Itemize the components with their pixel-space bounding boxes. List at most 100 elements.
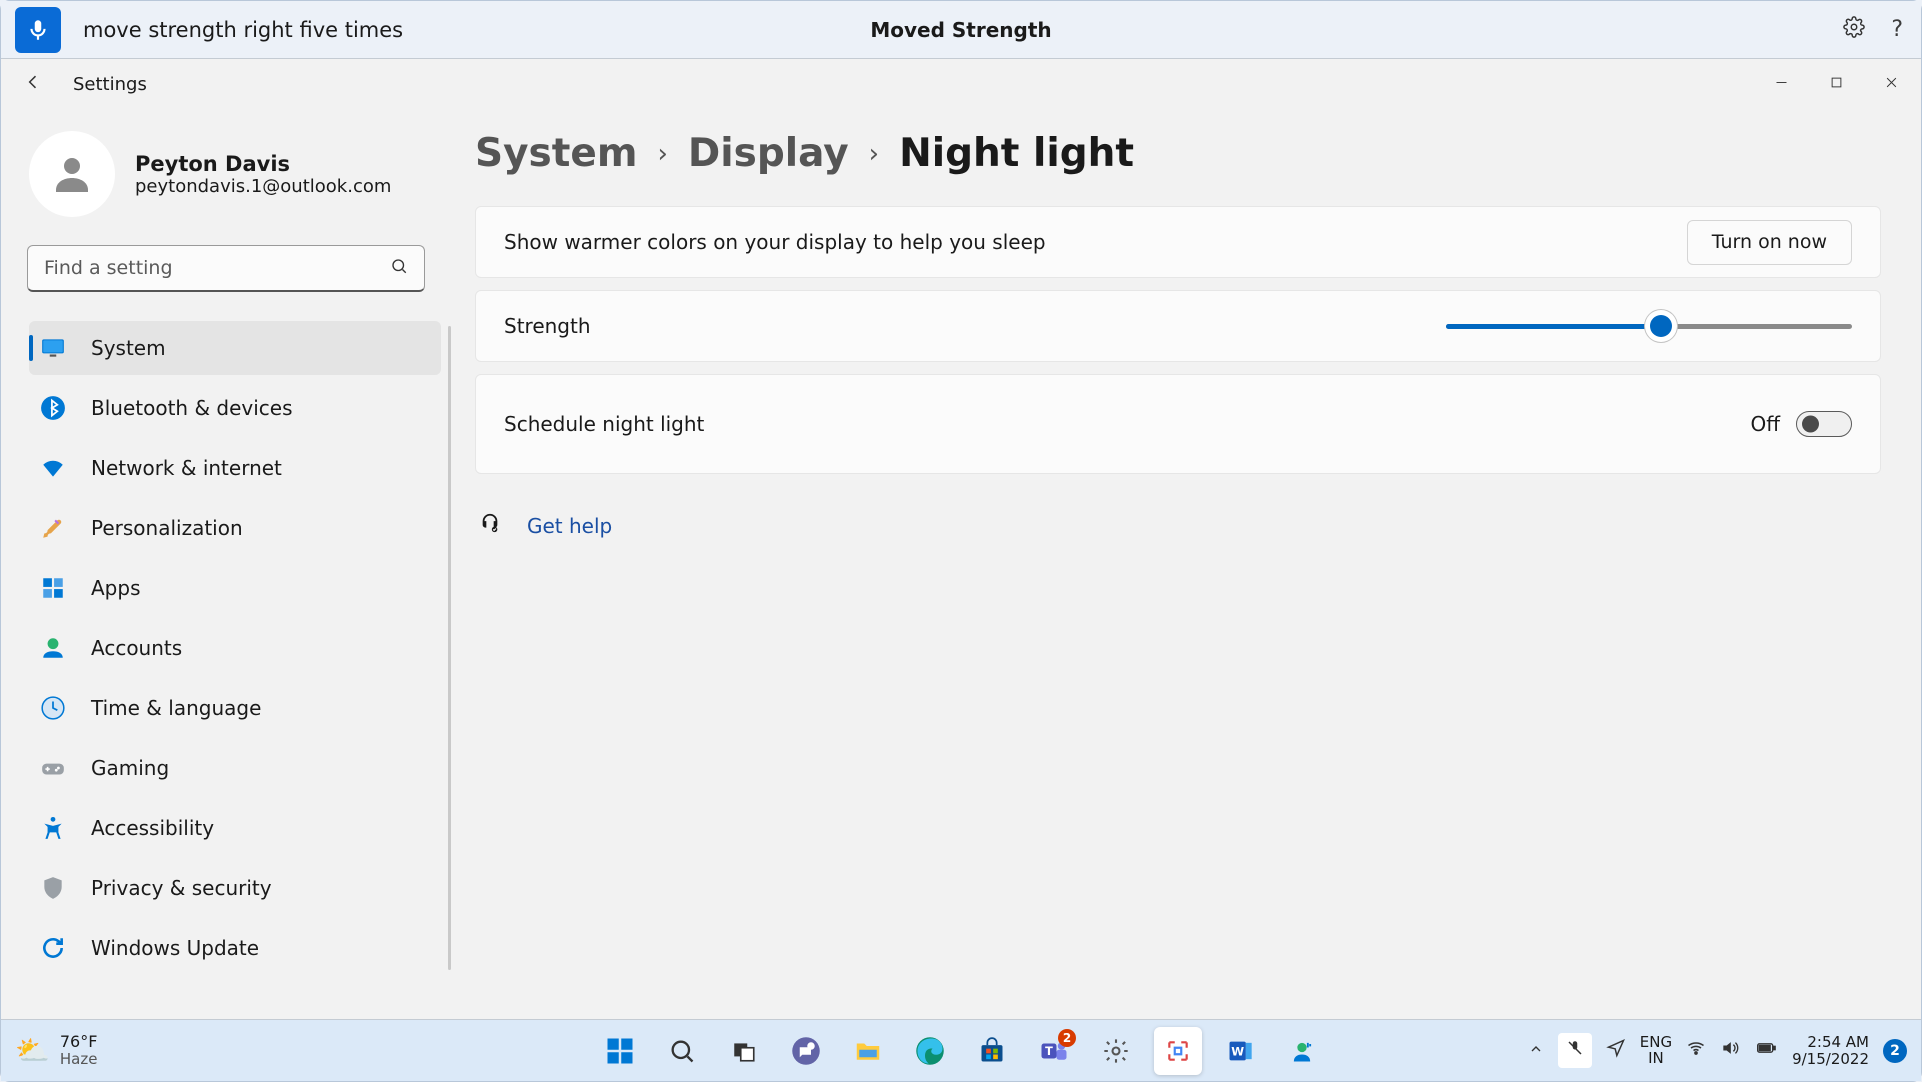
scrollbar[interactable] — [448, 326, 451, 970]
strength-slider[interactable] — [1446, 324, 1852, 329]
slider-thumb[interactable] — [1650, 315, 1672, 337]
tray-overflow-button[interactable] — [1528, 1040, 1544, 1062]
search-icon[interactable] — [390, 257, 408, 280]
chevron-right-icon: › — [869, 139, 879, 169]
gear-icon[interactable] — [1843, 16, 1865, 44]
sidebar-item-time-language[interactable]: Time & language — [29, 681, 441, 735]
sidebar-item-bluetooth[interactable]: Bluetooth & devices — [29, 381, 441, 435]
teams-badge: 2 — [1058, 1029, 1076, 1047]
task-view-button[interactable] — [720, 1027, 768, 1075]
mic-muted-icon[interactable] — [1558, 1033, 1592, 1068]
sidebar-item-label: Accounts — [91, 636, 182, 660]
wifi-icon — [39, 454, 67, 482]
sidebar-item-gaming[interactable]: Gaming — [29, 741, 441, 795]
sidebar-item-personalization[interactable]: Personalization — [29, 501, 441, 555]
wifi-tray-icon[interactable] — [1686, 1038, 1706, 1063]
clock-date: 9/15/2022 — [1792, 1051, 1869, 1068]
night-light-description: Show warmer colors on your display to he… — [504, 230, 1687, 254]
breadcrumb-system[interactable]: System — [475, 131, 637, 176]
help-headset-icon — [479, 512, 501, 540]
sidebar-item-system[interactable]: System — [29, 321, 441, 375]
notifications-badge[interactable]: 2 — [1883, 1039, 1907, 1063]
bluetooth-icon — [39, 394, 67, 422]
apps-icon — [39, 574, 67, 602]
taskbar-search-button[interactable] — [658, 1027, 706, 1075]
breadcrumb: System › Display › Night light — [475, 131, 1881, 176]
sidebar-item-label: Bluetooth & devices — [91, 396, 293, 420]
close-button[interactable] — [1884, 75, 1899, 94]
sidebar-item-windows-update[interactable]: Windows Update — [29, 921, 441, 975]
content-area: System › Display › Night light Show warm… — [451, 109, 1921, 1019]
schedule-night-light-card[interactable]: Schedule night light Off — [475, 374, 1881, 474]
clock[interactable]: 2:54 AM 9/15/2022 — [1792, 1034, 1869, 1067]
search-input-container[interactable] — [27, 245, 425, 292]
refresh-icon — [39, 934, 67, 962]
sidebar-item-privacy-security[interactable]: Privacy & security — [29, 861, 441, 915]
weather-condition: Haze — [60, 1051, 98, 1068]
sidebar-item-accounts[interactable]: Accounts — [29, 621, 441, 675]
breadcrumb-display[interactable]: Display — [688, 131, 849, 176]
user-email: peytondavis.1@outlook.com — [135, 176, 391, 197]
weather-widget[interactable]: ⛅ 76°F Haze — [15, 1033, 97, 1067]
microphone-icon[interactable] — [15, 7, 61, 53]
svg-text:T: T — [1045, 1044, 1053, 1057]
settings-app-button[interactable] — [1092, 1027, 1140, 1075]
help-icon[interactable]: ? — [1891, 17, 1903, 42]
sidebar-item-label: Network & internet — [91, 456, 282, 480]
weather-temp: 76°F — [60, 1033, 98, 1051]
turn-on-now-button[interactable]: Turn on now — [1687, 220, 1852, 265]
shield-icon — [39, 874, 67, 902]
sidebar-item-label: Time & language — [91, 696, 261, 720]
voice-status-title: Moved Strength — [870, 18, 1051, 42]
file-explorer-button[interactable] — [844, 1027, 892, 1075]
schedule-label: Schedule night light — [504, 412, 1750, 436]
edge-button[interactable] — [906, 1027, 954, 1075]
strength-card: Strength — [475, 290, 1881, 362]
sidebar-item-label: Privacy & security — [91, 876, 272, 900]
strength-label: Strength — [504, 314, 1446, 338]
volume-tray-icon[interactable] — [1720, 1038, 1740, 1063]
gamepad-icon — [39, 754, 67, 782]
monitor-icon — [39, 334, 67, 362]
taskbar-center: T 2 W — [596, 1027, 1326, 1075]
store-button[interactable] — [968, 1027, 1016, 1075]
clock-time: 2:54 AM — [1807, 1034, 1869, 1051]
maximize-button[interactable] — [1829, 75, 1844, 94]
teams-button[interactable]: T 2 — [1030, 1027, 1078, 1075]
sidebar-item-label: Personalization — [91, 516, 243, 540]
sidebar-item-label: Accessibility — [91, 816, 214, 840]
avatar — [29, 131, 115, 217]
word-button[interactable]: W — [1216, 1027, 1264, 1075]
taskbar: ⛅ 76°F Haze T 2 — [1, 1019, 1921, 1081]
accessibility-icon — [39, 814, 67, 842]
voice-access-app-button[interactable] — [1278, 1027, 1326, 1075]
minimize-button[interactable] — [1774, 75, 1789, 94]
person-icon — [39, 634, 67, 662]
sidebar-item-apps[interactable]: Apps — [29, 561, 441, 615]
back-button[interactable] — [23, 72, 43, 97]
voice-access-bar: move strength right five times Moved Str… — [1, 1, 1921, 59]
start-button[interactable] — [596, 1027, 644, 1075]
location-icon[interactable] — [1606, 1038, 1626, 1063]
language-indicator[interactable]: ENG IN — [1640, 1035, 1672, 1067]
sidebar-item-network[interactable]: Network & internet — [29, 441, 441, 495]
user-account-block[interactable]: Peyton Davis peytondavis.1@outlook.com — [1, 131, 451, 217]
user-name: Peyton Davis — [135, 152, 391, 176]
chat-button[interactable] — [782, 1027, 830, 1075]
get-help-link[interactable]: Get help — [527, 514, 612, 538]
night-light-description-card: Show warmer colors on your display to he… — [475, 206, 1881, 278]
sidebar-item-label: Gaming — [91, 756, 169, 780]
app-title: Settings — [73, 74, 147, 95]
sidebar: Peyton Davis peytondavis.1@outlook.com S… — [1, 109, 451, 1019]
get-help-row[interactable]: Get help — [479, 512, 1881, 540]
svg-text:W: W — [1231, 1044, 1244, 1058]
sidebar-item-accessibility[interactable]: Accessibility — [29, 801, 441, 855]
snipping-tool-button[interactable] — [1154, 1027, 1202, 1075]
battery-tray-icon[interactable] — [1754, 1038, 1778, 1063]
toggle-state-text: Off — [1750, 412, 1780, 436]
search-input[interactable] — [44, 257, 390, 279]
schedule-toggle[interactable] — [1796, 411, 1852, 437]
clock-globe-icon — [39, 694, 67, 722]
chevron-right-icon: › — [657, 139, 667, 169]
toggle-knob — [1802, 416, 1819, 433]
